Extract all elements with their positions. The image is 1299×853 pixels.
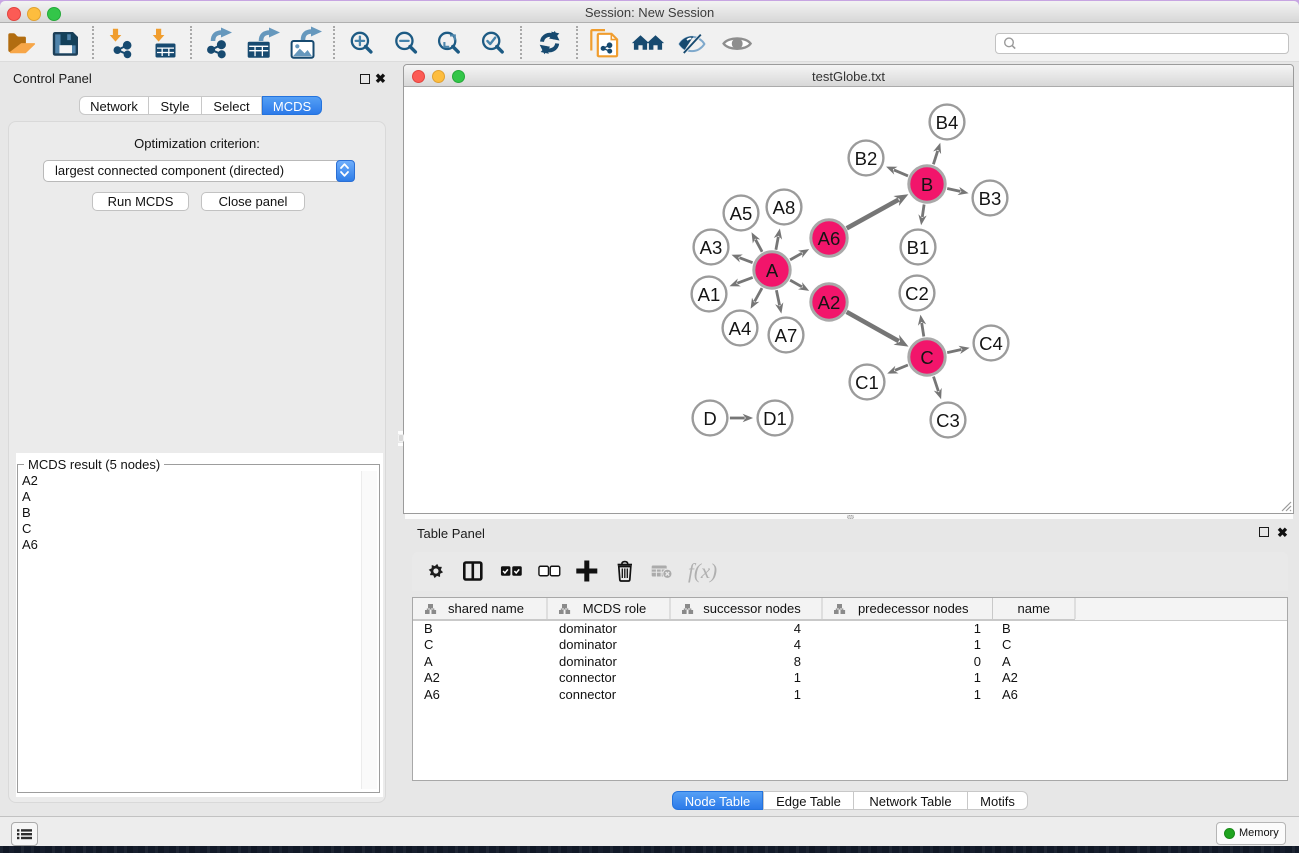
svg-text:A: A [766, 260, 779, 281]
svg-text:C1: C1 [855, 372, 879, 393]
svg-text:A2: A2 [818, 292, 841, 313]
svg-text:B4: B4 [936, 112, 959, 133]
svg-text:B2: B2 [855, 148, 878, 169]
svg-text:f(x): f(x) [688, 559, 717, 583]
svg-text:D: D [703, 408, 716, 429]
svg-text:C: C [920, 347, 933, 368]
svg-text:A6: A6 [818, 228, 841, 249]
svg-text:A1: A1 [698, 284, 721, 305]
svg-text:shared name: shared name [448, 601, 524, 616]
svg-text:successor nodes: successor nodes [703, 601, 801, 616]
svg-text:A4: A4 [729, 318, 752, 339]
svg-text:MCDS role: MCDS role [583, 601, 647, 616]
svg-text:C4: C4 [979, 333, 1003, 354]
svg-text:A8: A8 [773, 197, 796, 218]
svg-text:B: B [921, 174, 933, 195]
svg-text:A3: A3 [700, 237, 723, 258]
svg-text:C2: C2 [905, 283, 929, 304]
svg-text:name: name [1017, 601, 1050, 616]
svg-text:B3: B3 [979, 188, 1002, 209]
svg-text:A7: A7 [775, 325, 798, 346]
svg-text:B1: B1 [907, 237, 930, 258]
svg-text:D1: D1 [763, 408, 787, 429]
svg-text:predecessor nodes: predecessor nodes [858, 601, 969, 616]
svg-text:C3: C3 [936, 410, 960, 431]
svg-text:A5: A5 [730, 203, 753, 224]
